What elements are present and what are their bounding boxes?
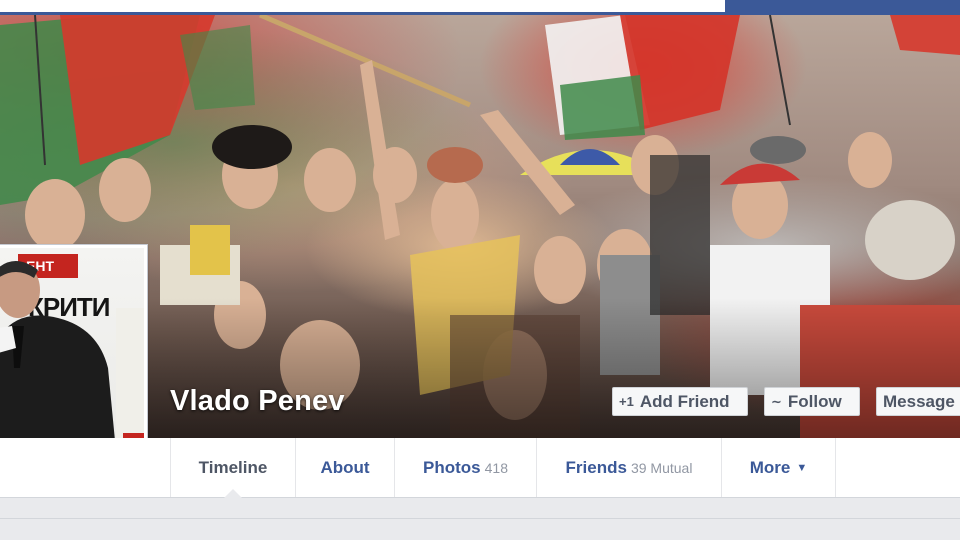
tab-photos[interactable]: Photos 418 — [394, 438, 536, 497]
follow-label: Follow — [787, 392, 842, 411]
tab-timeline-label: Timeline — [198, 458, 268, 477]
tab-more[interactable]: More ▼ — [721, 438, 835, 497]
tab-friends-label: Friends — [565, 458, 627, 477]
add-friend-button[interactable]: +1 Add Friend — [612, 387, 748, 416]
divider — [0, 518, 960, 519]
caret-down-icon: ▼ — [796, 462, 808, 474]
rss-icon: ∼ — [771, 394, 782, 409]
tab-friends-count: 39 Mutual — [630, 460, 693, 476]
tab-photos-count: 418 — [484, 460, 508, 476]
message-label: Message — [883, 392, 955, 411]
person-silhouette — [0, 261, 144, 470]
tab-spacer — [835, 438, 960, 497]
page-background — [0, 498, 960, 540]
profile-photo-image: ЕНТ КРИТИ — [0, 248, 144, 470]
profile-name[interactable]: Vlado Penev — [170, 385, 345, 418]
search-area[interactable] — [0, 0, 725, 15]
follow-button[interactable]: ∼ Follow — [764, 387, 860, 416]
tab-more-label: More — [749, 458, 791, 477]
tab-about[interactable]: About — [295, 438, 394, 497]
active-tab-indicator — [224, 489, 242, 498]
tab-friends[interactable]: Friends 39 Mutual — [536, 438, 721, 497]
message-button[interactable]: Message — [876, 387, 960, 416]
tab-photos-label: Photos — [423, 458, 481, 477]
top-nav-bar — [0, 0, 960, 15]
add-friend-label: Add Friend — [639, 392, 730, 411]
profile-tabs: Timeline About Photos 418 Friends 39 Mutua… — [0, 438, 960, 498]
add-friend-icon: +1 — [619, 394, 634, 409]
tab-about-label: About — [320, 458, 370, 477]
